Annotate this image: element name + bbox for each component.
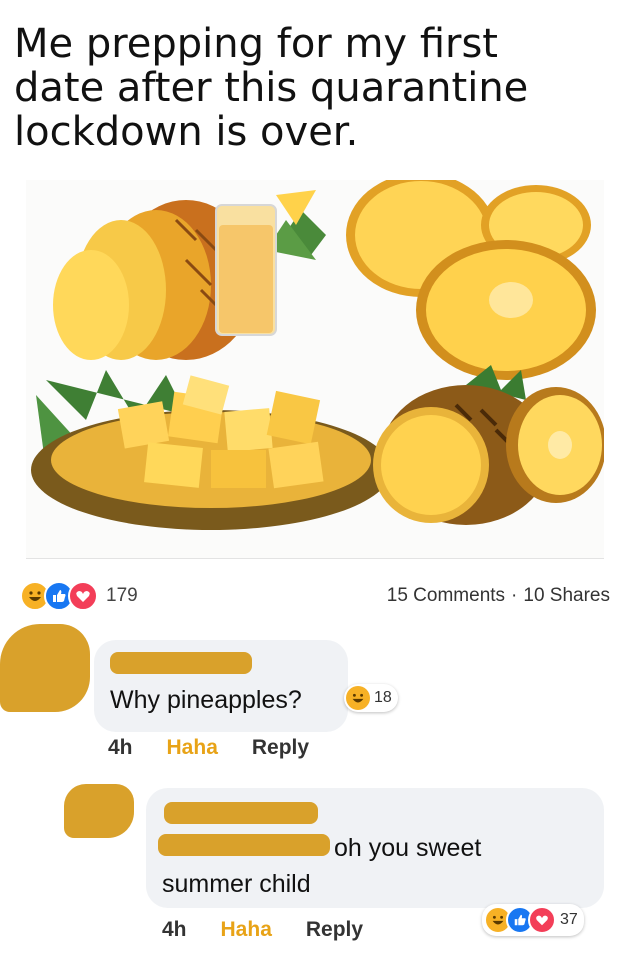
comment-timestamp[interactable]: 4h [108, 736, 133, 760]
pineapple-collage [31, 173, 606, 530]
comment-reaction-badge[interactable]: 18 [344, 684, 398, 712]
comment-text: Why pineapples? [110, 686, 302, 714]
reaction-summary[interactable]: 179 [20, 581, 138, 611]
post-stats: 15 Comments · 10 Shares [387, 585, 610, 607]
comment-actions: 4h Haha Reply [162, 918, 363, 942]
reply-button[interactable]: Reply [306, 918, 363, 942]
redacted-mention[interactable] [158, 834, 330, 856]
haha-icon [346, 686, 370, 710]
shares-count-link[interactable]: 10 Shares [523, 585, 610, 607]
pineapple-slices-and-juice [53, 190, 326, 360]
pineapple-rings [346, 173, 596, 380]
love-icon [528, 906, 556, 934]
reaction-count: 179 [106, 585, 138, 606]
meme-caption: Me prepping for my first date after this… [14, 21, 529, 155]
pineapple-halves [373, 365, 606, 525]
comment-text-line1: oh you sweet [334, 834, 482, 862]
avatar[interactable] [0, 624, 90, 712]
haha-reaction-button[interactable]: Haha [221, 918, 272, 942]
comment-reaction-count: 37 [560, 911, 578, 928]
comment-timestamp[interactable]: 4h [162, 918, 187, 942]
comment-reaction-count: 18 [374, 689, 392, 706]
post-reactions-bar: 179 15 Comments · 10 Shares [20, 580, 610, 612]
redacted-name[interactable] [110, 652, 252, 674]
redacted-name[interactable] [164, 802, 318, 824]
reply-button[interactable]: Reply [252, 736, 309, 760]
comment-text-line2: summer child [162, 870, 311, 898]
comments-count-link[interactable]: 15 Comments [387, 585, 505, 607]
post-image[interactable] [26, 173, 606, 559]
love-icon [68, 581, 98, 611]
stats-separator: · [511, 585, 518, 606]
haha-reaction-button[interactable]: Haha [167, 736, 218, 760]
avatar[interactable] [64, 784, 134, 838]
comment-actions: 4h Haha Reply [108, 736, 309, 760]
comment-reaction-badge[interactable]: 37 [482, 904, 584, 936]
pineapple-boat [31, 370, 391, 530]
